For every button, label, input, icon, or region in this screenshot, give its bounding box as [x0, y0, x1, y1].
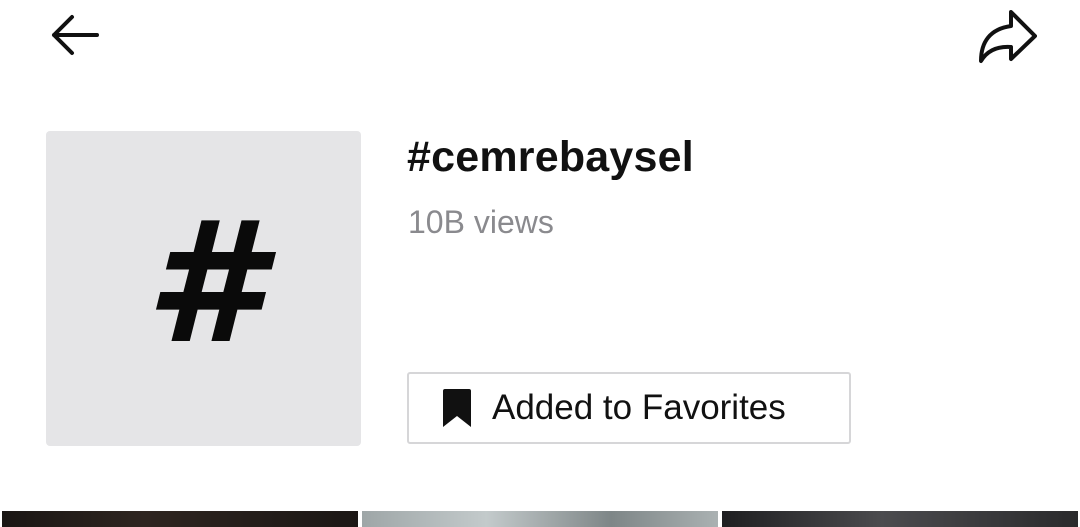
- video-grid: [0, 511, 1080, 527]
- back-button[interactable]: [37, 3, 109, 67]
- hashtag-cover: #: [46, 131, 361, 446]
- views-count: 10B views: [408, 204, 554, 240]
- video-thumbnail[interactable]: [722, 511, 1078, 527]
- added-to-favorites-button[interactable]: Added to Favorites: [407, 372, 851, 444]
- arrow-left-icon: [52, 15, 99, 55]
- hashtag-title: #cemrebaysel: [407, 133, 694, 181]
- share-button[interactable]: [970, 3, 1042, 67]
- bookmark-icon: [443, 389, 471, 427]
- share-arrow-icon: [979, 10, 1037, 63]
- video-thumbnail[interactable]: [362, 511, 718, 527]
- hashtag-page: # #cemrebaysel 10B views Added to Favori…: [0, 0, 1080, 527]
- hashtag-symbol: #: [145, 184, 262, 381]
- video-thumbnail[interactable]: [2, 511, 358, 527]
- favorites-label: Added to Favorites: [492, 388, 786, 427]
